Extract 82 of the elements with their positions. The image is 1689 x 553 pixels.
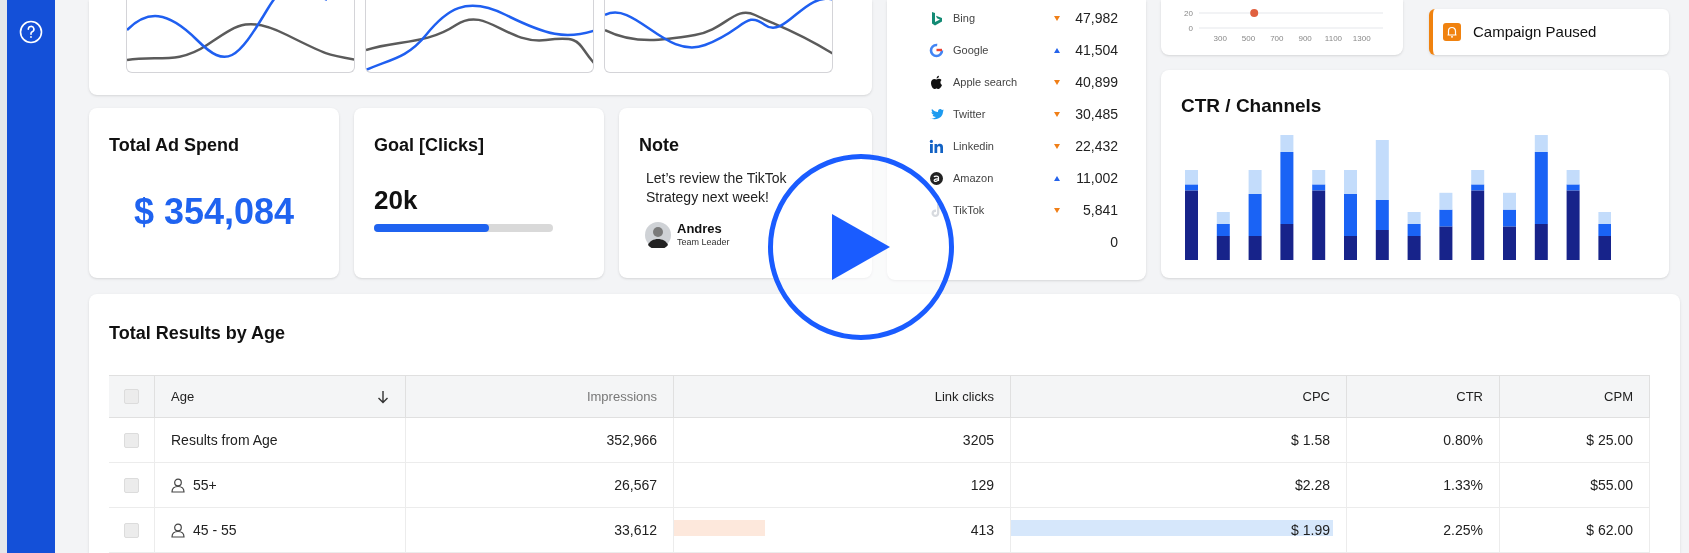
table-cell-text: $2.28 — [1294, 475, 1330, 495]
axis-tick-label: 0 — [1188, 24, 1193, 33]
table-cell-text: $ 62.00 — [1586, 520, 1633, 540]
axis-tick-label: 700 — [1270, 34, 1284, 43]
axis-tick-label: 300 — [1213, 34, 1227, 43]
channel-logo-icon — [929, 10, 944, 26]
column-header[interactable]: CPC — [1302, 386, 1330, 407]
table-cell-text: 2.25% — [1443, 520, 1483, 540]
chart-bar — [1407, 211, 1421, 224]
checkbox[interactable] — [124, 432, 139, 448]
table-cell-text: 55+ — [193, 475, 217, 495]
channel-value: 22,432 — [1074, 136, 1118, 156]
total-spend-value: $ 354,084 — [132, 190, 296, 234]
card-title: Goal [Clicks] — [374, 134, 486, 157]
chart-bar — [1598, 211, 1611, 224]
help-icon[interactable] — [19, 20, 43, 44]
channel-value: 5,841 — [1081, 200, 1118, 220]
channel-value: 30,485 — [1074, 104, 1118, 124]
channel-logo-icon — [929, 42, 944, 58]
column-header[interactable]: Age — [171, 386, 195, 407]
chart-bar — [1439, 192, 1453, 210]
channel-name: Amazon — [953, 170, 994, 186]
column-header[interactable]: Impressions — [586, 386, 657, 407]
channel-value: 0 — [1109, 232, 1118, 252]
channel-name: TikTok — [953, 202, 985, 218]
person-icon — [171, 522, 185, 538]
table-cell-text: 413 — [970, 520, 994, 540]
data-point — [1250, 9, 1259, 17]
table-cell-text: $ 1.58 — [1291, 430, 1330, 450]
channel-value: 40,899 — [1074, 72, 1118, 92]
avatar — [645, 221, 671, 248]
channel-name: Apple search — [953, 74, 1018, 90]
channel-value: 11,002 — [1075, 168, 1118, 188]
axis-tick-label: 500 — [1241, 34, 1256, 43]
table-cell-text: 1.33% — [1443, 475, 1483, 495]
table-cell-text: 33,612 — [614, 520, 657, 540]
table-cell-text: Results from Age — [171, 430, 278, 450]
note-text: Let’s review the TikTok Strategy next week! — [645, 169, 788, 207]
channel-name: Twitter — [953, 106, 986, 122]
card-title: Note — [639, 134, 680, 157]
card-title: CTR / Channels — [1181, 94, 1323, 118]
axis-tick-label: 900 — [1298, 34, 1312, 43]
chart-bar — [1216, 211, 1230, 224]
table-cell-text: $ 1.99 — [1291, 520, 1330, 540]
column-header[interactable]: Link clicks — [934, 386, 994, 407]
channel-value: 47,982 — [1074, 8, 1118, 28]
person-icon — [171, 477, 185, 493]
card-title: Total Ad Spend — [109, 134, 240, 157]
axis-tick-label: 1300 — [1352, 34, 1371, 43]
author-name: Andres — [677, 221, 723, 236]
checkbox[interactable] — [124, 522, 139, 538]
table-cell-text: 352,966 — [606, 430, 657, 450]
table-title: Total Results by Age — [109, 322, 287, 345]
chart-bar — [1503, 192, 1516, 210]
column-header[interactable]: CPM — [1604, 386, 1633, 407]
channel-logo-icon — [929, 106, 944, 122]
sort-arrow-icon[interactable] — [377, 389, 389, 404]
table-cell-text: $ 25.00 — [1586, 430, 1633, 450]
alert-text: Campaign Paused — [1473, 21, 1597, 42]
channel-value: 41,504 — [1074, 40, 1118, 60]
table-cell-text: 129 — [970, 475, 994, 495]
channel-logo-icon — [929, 74, 944, 90]
table-cell-text: $55.00 — [1590, 475, 1633, 495]
checkbox[interactable] — [124, 389, 139, 404]
table-cell-text: 0.80% — [1443, 430, 1483, 450]
table-cell-text: 26,567 — [614, 475, 657, 495]
channel-name: Google — [953, 42, 989, 58]
bell-icon — [1443, 23, 1461, 41]
channel-name: Bing — [953, 10, 976, 26]
column-header[interactable]: CTR — [1456, 386, 1483, 407]
table-cell-text: 3205 — [962, 430, 994, 450]
chart-bar — [1375, 229, 1389, 260]
play-icon — [830, 212, 892, 282]
channel-logo-icon — [929, 138, 944, 154]
axis-tick-label: 1100 — [1324, 34, 1343, 43]
goal-value: 20k — [374, 184, 419, 217]
channel-name: Linkedin — [953, 138, 994, 154]
axis-tick-label: 20 — [1184, 9, 1193, 18]
table-cell-text: 45 - 55 — [193, 520, 237, 540]
author-role: Team Leader — [677, 236, 730, 248]
checkbox[interactable] — [124, 477, 139, 493]
channel-logo-icon — [929, 170, 944, 186]
